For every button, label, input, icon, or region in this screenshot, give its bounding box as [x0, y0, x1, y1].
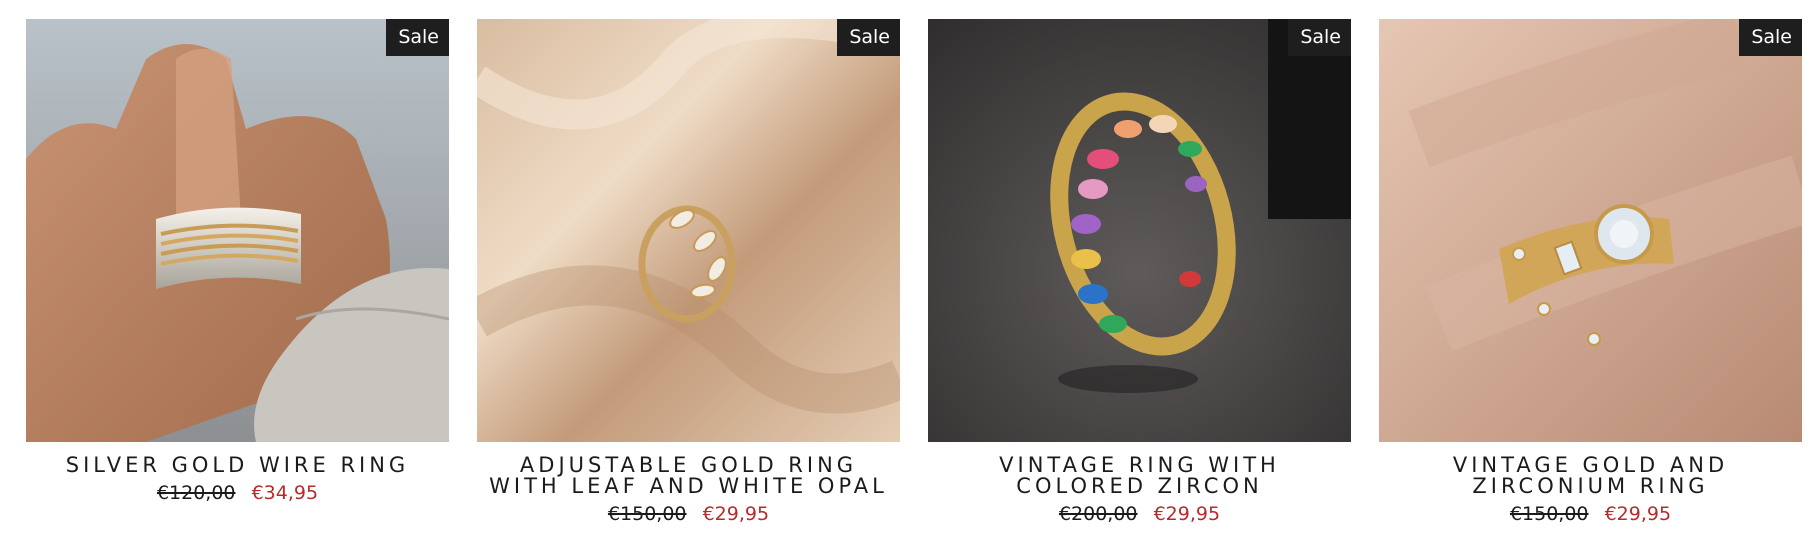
sale-badge: Sale: [837, 19, 900, 56]
product-card[interactable]: Sale Silver Gold Wire Ring €120,00 €34,9…: [26, 19, 449, 549]
product-price: €200,00 €29,95: [1059, 503, 1220, 525]
product-image[interactable]: Sale: [477, 19, 900, 442]
sale-badge: Sale: [1288, 19, 1351, 56]
sale-price: €34,95: [251, 482, 319, 504]
original-price: €120,00: [156, 482, 236, 504]
ring-photo-gold-zirconium: [1379, 19, 1802, 442]
original-price: €150,00: [1509, 503, 1589, 525]
product-title[interactable]: Adjustable Gold Ring With Leaf And White…: [489, 455, 889, 497]
product-title[interactable]: Vintage Ring With Colored Zircon: [940, 455, 1340, 497]
ring-photo-silver-gold-wire: [26, 19, 449, 442]
product-title[interactable]: Vintage Gold And Zirconium Ring: [1391, 455, 1791, 497]
sale-price: €29,95: [1153, 503, 1221, 525]
product-price: €150,00 €29,95: [1510, 503, 1671, 525]
ring-photo-gold-leaf-opal: [477, 19, 900, 442]
sale-badge: Sale: [1739, 19, 1802, 56]
product-price: €150,00 €29,95: [608, 503, 769, 525]
product-card[interactable]: Sale Vintage Ring With Colored Zircon €2…: [928, 19, 1351, 549]
ring-photo-colored-zircon: [928, 19, 1351, 442]
product-card[interactable]: Sale Adjustable Gold Ring With Leaf And …: [477, 19, 900, 549]
original-price: €150,00: [607, 503, 687, 525]
product-card[interactable]: Sale Vintage Gold And Zirconium Ring €15…: [1379, 19, 1802, 549]
sale-price: €29,95: [1604, 503, 1672, 525]
product-image[interactable]: Sale: [928, 19, 1351, 442]
product-grid: Sale Silver Gold Wire Ring €120,00 €34,9…: [26, 19, 1802, 549]
product-price: €120,00 €34,95: [157, 482, 318, 504]
product-image[interactable]: Sale: [1379, 19, 1802, 442]
product-image[interactable]: Sale: [26, 19, 449, 442]
product-title[interactable]: Silver Gold Wire Ring: [38, 455, 438, 476]
original-price: €200,00: [1058, 503, 1138, 525]
sale-badge: Sale: [386, 19, 449, 56]
sale-price: €29,95: [702, 503, 770, 525]
